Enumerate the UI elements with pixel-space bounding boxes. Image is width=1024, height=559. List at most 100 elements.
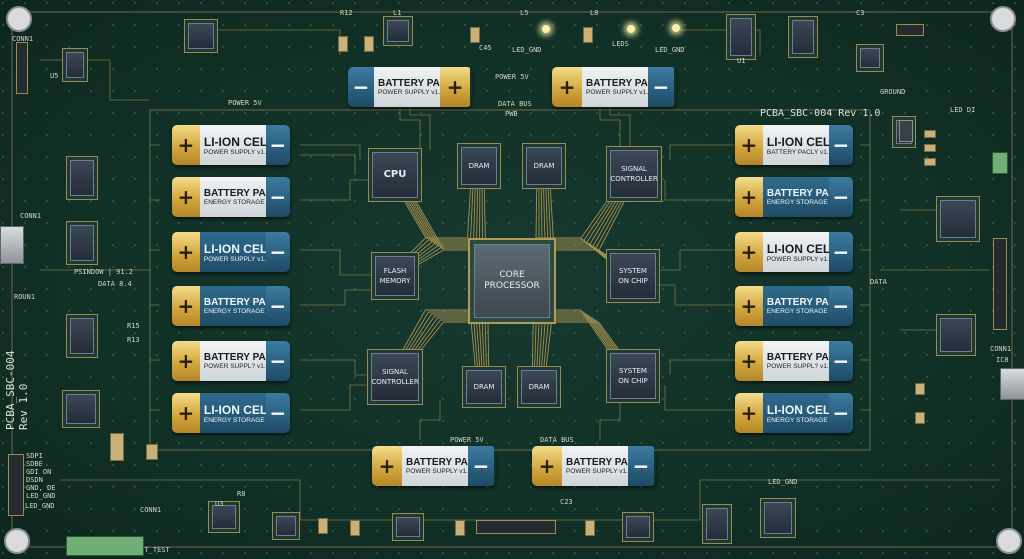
r13-label: R13 bbox=[127, 336, 140, 344]
pin-header-top-right bbox=[896, 24, 924, 36]
battery-subtitle: BATTERY PACLY v1.2 bbox=[766, 148, 833, 156]
ic-chip bbox=[860, 48, 880, 68]
ic8-label: IC8 bbox=[996, 356, 1009, 364]
conn1-label: CONN1 bbox=[990, 345, 1012, 353]
led-gnd-label: LED_GND bbox=[655, 46, 685, 54]
core-processor-label: CORE PROCESSOR bbox=[484, 270, 540, 291]
pin-label: GDI ON bbox=[26, 468, 52, 476]
ic-chip bbox=[276, 516, 296, 536]
battery-subtitle: POWER SUPPL? v1.2 bbox=[203, 363, 270, 370]
led-di-label: LED DI bbox=[950, 106, 976, 114]
pcb-board: CORE PROCESSOR CPU DRAM DRAM SIGNAL CONT… bbox=[0, 0, 1024, 559]
minus-terminal: − bbox=[828, 286, 853, 326]
smd-component bbox=[585, 520, 595, 536]
plus-terminal: + bbox=[532, 446, 562, 486]
mounting-hole bbox=[990, 6, 1016, 32]
battery-title: LI-ION CELL bbox=[203, 402, 275, 417]
ic-chip bbox=[396, 517, 420, 537]
data-label: DATA 8.4 bbox=[98, 280, 132, 288]
power-5v-label: POWER 5V bbox=[450, 436, 484, 444]
r8-label: R8 bbox=[237, 490, 246, 498]
battery-bottom-left: + BATTERY PACK POWER SUPPLY v1.2 − bbox=[372, 446, 496, 486]
battery-title: BATTERY PACK bbox=[566, 457, 643, 468]
battery-subtitle: ENERGY STORAGE bbox=[203, 308, 265, 315]
usb-port-right bbox=[1000, 368, 1024, 400]
smd-component bbox=[350, 520, 360, 536]
signal-controller-label: SIGNAL CONTROLLER bbox=[610, 165, 658, 183]
led-indicator bbox=[542, 25, 550, 33]
battery-title: BATTERY PACK bbox=[203, 297, 281, 308]
led-gnd-label: LED_GND bbox=[512, 46, 542, 54]
battery-title: LI-ION CELL bbox=[766, 241, 838, 256]
u3-label: U3 bbox=[215, 500, 224, 508]
dram-label: DRAM bbox=[533, 162, 555, 170]
mounting-hole bbox=[6, 6, 32, 32]
battery-subtitle: POWER SUPPLY v1.2 bbox=[766, 255, 833, 263]
l8-label: L8 bbox=[590, 9, 599, 17]
battery-title: BATTERY PACK bbox=[406, 457, 483, 468]
battery-right-2: + BATTERY PACK ENERGY STORAGE − bbox=[735, 177, 853, 217]
system-on-chip-right: SYSTEM ON CHIP bbox=[610, 253, 656, 299]
led-gnd-label: LED_GND bbox=[768, 478, 798, 486]
battery-title: LI-ION CELL bbox=[766, 134, 838, 149]
mounting-hole bbox=[4, 528, 30, 554]
smd-component bbox=[110, 433, 124, 461]
minus-terminal: − bbox=[628, 446, 654, 486]
minus-terminal: − bbox=[265, 393, 290, 433]
minus-terminal: − bbox=[648, 67, 674, 107]
psindow-label: PSINDOW | 91.2 bbox=[74, 268, 134, 276]
plus-terminal: + bbox=[552, 67, 582, 107]
dram-chip-top-left: DRAM bbox=[461, 147, 497, 185]
dram-chip-bottom-right: DRAM bbox=[521, 370, 557, 404]
cpu-label: CPU bbox=[383, 169, 407, 180]
minus-terminal: − bbox=[828, 341, 853, 381]
led-indicator bbox=[672, 24, 680, 32]
battery-title: LI-ION CELL bbox=[203, 241, 275, 256]
pin-list: SDPI SDBE GDI ON DSDN GND, DE LED_GND bbox=[26, 452, 56, 500]
pin-header-bottom bbox=[476, 520, 556, 534]
dram-label: DRAM bbox=[468, 162, 490, 170]
battery-subtitle: POWER SUPPL? v1.2 bbox=[766, 363, 833, 370]
smd-component bbox=[470, 27, 480, 43]
ground-label: GROUND bbox=[880, 88, 906, 96]
plus-terminal: + bbox=[440, 67, 470, 107]
battery-title: BATTERY PACK bbox=[203, 188, 281, 199]
pin-label: SDPI bbox=[26, 452, 43, 460]
c23-label: C23 bbox=[560, 498, 573, 506]
battery-left-5: + BATTERY PACK POWER SUPPL? v1.2 − bbox=[172, 341, 290, 381]
ic-chip bbox=[212, 505, 236, 529]
dram-chip-top-right: DRAM bbox=[526, 147, 562, 185]
battery-left-6: + LI-ION CELL ENERGY STORAGE − bbox=[172, 393, 290, 433]
ic-chip bbox=[792, 20, 814, 54]
battery-title: BATTERY PACK bbox=[766, 188, 844, 199]
ic-chip bbox=[940, 318, 972, 352]
battery-top-right: + BATTERY PACK POWER SUPPLY v1.2 − bbox=[552, 67, 676, 107]
flash-memory-chip: FLASH MEMORY bbox=[375, 256, 415, 296]
battery-title: BATTERY PACK bbox=[766, 297, 844, 308]
ic-chip bbox=[188, 23, 214, 49]
battery-title: BATTERY PACK bbox=[766, 352, 844, 363]
plus-terminal: + bbox=[172, 232, 200, 272]
battery-left-2: + BATTERY PACK ENERGY STORAGE − bbox=[172, 177, 290, 217]
green-terminal-block bbox=[66, 536, 144, 556]
smd-component bbox=[583, 27, 593, 43]
smd-component bbox=[364, 36, 374, 52]
pin-label: DSDN bbox=[26, 476, 43, 484]
r15-label: R15 bbox=[127, 322, 140, 330]
dram-label: DRAM bbox=[473, 383, 495, 391]
minus-terminal: − bbox=[265, 286, 290, 326]
smd-component bbox=[924, 130, 936, 138]
plus-terminal: + bbox=[372, 446, 402, 486]
battery-bottom-right: + BATTERY PACK POWER SUPPLY v1.2 − bbox=[532, 446, 656, 486]
pin-header-left-bottom bbox=[8, 454, 24, 516]
system-on-chip-bottom: SYSTEM ON CHIP bbox=[610, 353, 656, 399]
smd-component bbox=[924, 158, 936, 166]
l5-label: L5 bbox=[520, 9, 529, 17]
battery-title: BATTERY PACK bbox=[203, 352, 281, 363]
battery-subtitle: POWER SUPPLY v1.2 bbox=[378, 89, 444, 96]
battery-subtitle: ENERGY STORAGE bbox=[766, 308, 828, 315]
round-label: ROUN1 bbox=[14, 293, 36, 301]
signal-controller-label: SIGNAL CONTROLLER bbox=[371, 368, 419, 386]
system-on-chip-label: SYSTEM ON CHIP bbox=[618, 367, 648, 385]
ic-chip bbox=[70, 160, 94, 196]
